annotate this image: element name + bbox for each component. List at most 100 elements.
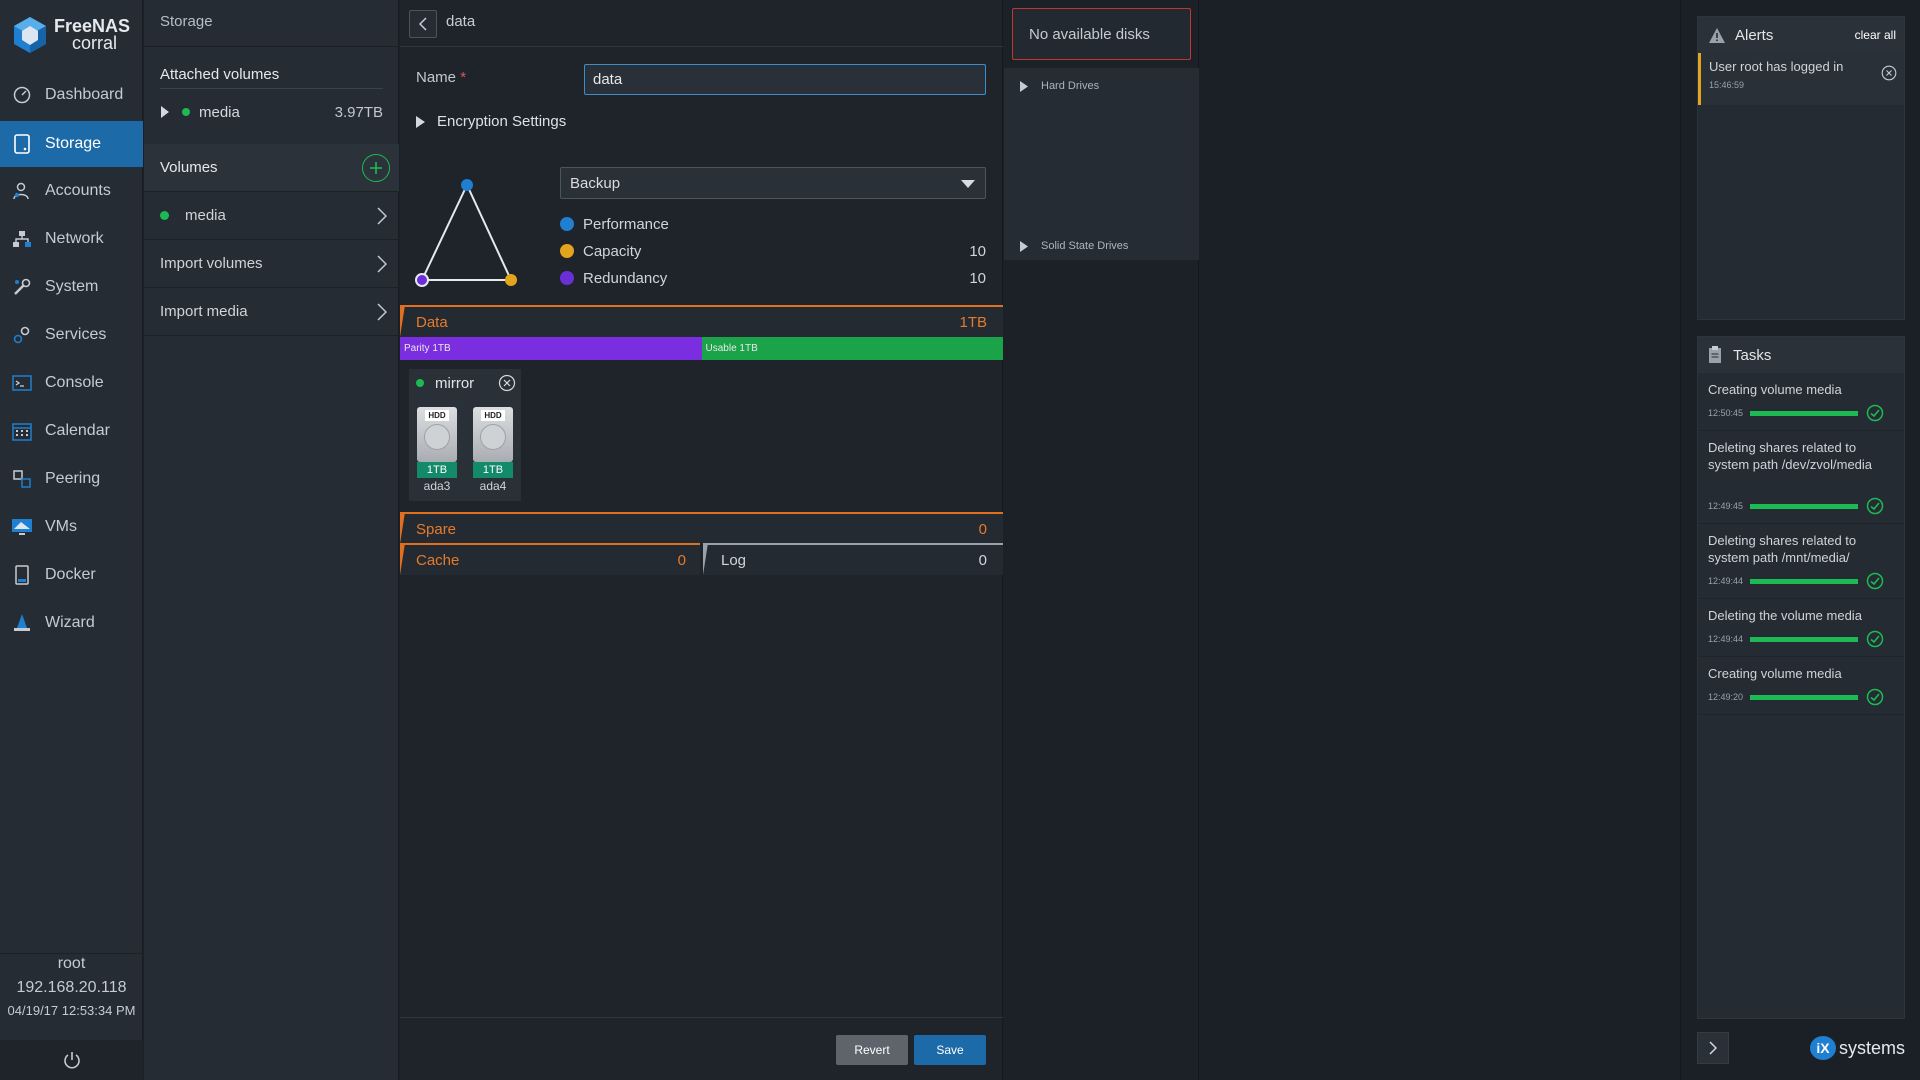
check-circle-icon (1866, 404, 1884, 422)
topology-triangle-widget[interactable] (412, 176, 522, 288)
legend-performance: Performance (560, 213, 986, 235)
task-progress-bar (1750, 636, 1858, 642)
column-title: Storage (160, 13, 213, 30)
remove-vdev-icon[interactable] (498, 374, 516, 392)
nav-item-calendar[interactable]: Calendar (0, 408, 143, 454)
task-progress-bar (1750, 503, 1858, 509)
task-text: Deleting the volume media (1708, 608, 1862, 623)
system-icon (11, 276, 33, 298)
nav-label: Calendar (45, 422, 110, 439)
capacity-handle (505, 274, 517, 286)
user-name: root (57, 955, 86, 972)
nav-label: Console (45, 374, 104, 391)
data-section-header: Data 1TB (400, 305, 1003, 337)
import-volumes-item[interactable]: Import volumes (144, 240, 399, 288)
vdev-type: mirror (435, 374, 475, 392)
task-time: 12:49:20 (1708, 691, 1744, 702)
ixsystems-logo: iX systems (1809, 1036, 1905, 1060)
data-label: Data (416, 313, 448, 331)
disk-ada3[interactable]: HDD 1TB ada3 (417, 407, 457, 495)
nav-label: Wizard (45, 614, 95, 631)
save-button[interactable]: Save (914, 1035, 986, 1065)
no-disks-message: No available disks (1012, 8, 1191, 60)
nav-item-peering[interactable]: Peering (0, 456, 143, 502)
hard-drives-section[interactable]: Hard Drives (1004, 68, 1199, 228)
preset-value: Backup (570, 174, 621, 192)
check-circle-icon (1866, 630, 1884, 648)
chevron-left-icon (419, 17, 427, 31)
nav-item-network[interactable]: Network (0, 216, 143, 262)
cache-section-header[interactable]: Cache 0 (400, 543, 700, 575)
nav-label: System (45, 278, 99, 295)
task-item: Deleting shares related to system path /… (1698, 524, 1904, 599)
nav-item-system[interactable]: System (0, 264, 143, 310)
task-item: Deleting the volume media 12:49:44 (1698, 599, 1904, 657)
expand-triangle-icon[interactable] (160, 106, 170, 118)
task-time: 12:50:45 (1708, 407, 1744, 418)
power-button[interactable] (0, 1040, 143, 1080)
capacity-dot (560, 244, 574, 258)
hdd-icon: HDD (473, 407, 513, 462)
nav-item-accounts[interactable]: Accounts (0, 168, 143, 214)
nav-label: Docker (45, 566, 96, 583)
parity-segment: Parity 1TB (400, 337, 702, 360)
accounts-icon (11, 180, 33, 202)
expand-triangle-icon (1020, 81, 1028, 92)
nav-item-wizard[interactable]: Wizard (0, 600, 143, 646)
add-volume-button[interactable] (362, 153, 390, 182)
status-dot (416, 379, 424, 387)
check-circle-icon (1866, 572, 1884, 590)
attached-volume-name: media (199, 103, 240, 121)
task-progress-bar (1750, 694, 1858, 700)
log-section-header[interactable]: Log 0 (703, 543, 1003, 575)
dashboard-icon (11, 84, 33, 106)
volume-name-input[interactable] (584, 64, 986, 95)
peering-icon (11, 468, 33, 490)
preset-select[interactable]: Backup (560, 167, 986, 199)
nav-label: Peering (45, 470, 101, 487)
status-dot (182, 108, 190, 116)
vendor-name: systems (1838, 1037, 1905, 1058)
nav-item-services[interactable]: Services (0, 312, 143, 358)
services-icon (11, 324, 33, 346)
usable-segment: Usable 1TB (701, 337, 1003, 360)
volume-editor: data Name * Encryption Settings Backup P… (400, 0, 1003, 1080)
volume-item-media[interactable]: media (144, 192, 399, 240)
nav-item-vms[interactable]: VMs (0, 504, 143, 550)
back-button[interactable] (409, 10, 437, 38)
nav-item-docker[interactable]: Docker (0, 552, 143, 598)
disk-name: ada3 (423, 479, 451, 493)
alert-item: User root has logged in 15:46:59 (1698, 53, 1904, 105)
vdev-mirror[interactable]: mirror HDD 1TB ada3 HDD 1TB ada4 (409, 369, 521, 501)
volume-name: media (185, 207, 226, 224)
redundancy-handle (415, 273, 429, 287)
import-media-item[interactable]: Import media (144, 288, 399, 336)
task-text: Creating volume media (1708, 666, 1842, 681)
task-item: Creating volume media 12:50:45 (1698, 373, 1904, 431)
expand-panel-button[interactable] (1697, 1032, 1729, 1064)
import-media-label: Import media (160, 303, 248, 320)
alert-time: 15:46:59 (1709, 80, 1745, 90)
hard-drives-label: Hard Drives (1041, 80, 1100, 92)
encryption-settings-toggle[interactable]: Encryption Settings (416, 113, 566, 130)
import-volumes-label: Import volumes (160, 255, 263, 272)
cache-value: 0 (677, 551, 686, 569)
clear-all-button[interactable]: clear all (1855, 28, 1896, 42)
attached-volume-row[interactable]: media 3.97TB (160, 101, 383, 123)
main-nav: FreeNAS corral Dashboard Storage Accounts… (0, 0, 143, 1080)
nav-item-dashboard[interactable]: Dashboard (0, 72, 143, 118)
revert-button[interactable]: Revert (836, 1035, 908, 1065)
ssd-label: Solid State Drives (1041, 240, 1129, 252)
legend-redundancy: Redundancy 10 (560, 267, 986, 289)
dismiss-alert-icon[interactable] (1881, 65, 1897, 81)
nav-item-console[interactable]: Console (0, 360, 143, 406)
nav-item-storage[interactable]: Storage (0, 121, 143, 167)
power-icon (63, 1052, 80, 1069)
task-progress-bar (1750, 410, 1858, 416)
check-circle-icon (1866, 688, 1884, 706)
disk-ada4[interactable]: HDD 1TB ada4 (473, 407, 513, 495)
spare-section-header[interactable]: Spare 0 (400, 512, 1003, 544)
notifications-panel: Alerts clear all User root has logged in… (1680, 0, 1920, 1080)
ssd-section[interactable]: Solid State Drives (1004, 228, 1199, 260)
tasks-title: Tasks (1733, 346, 1772, 364)
